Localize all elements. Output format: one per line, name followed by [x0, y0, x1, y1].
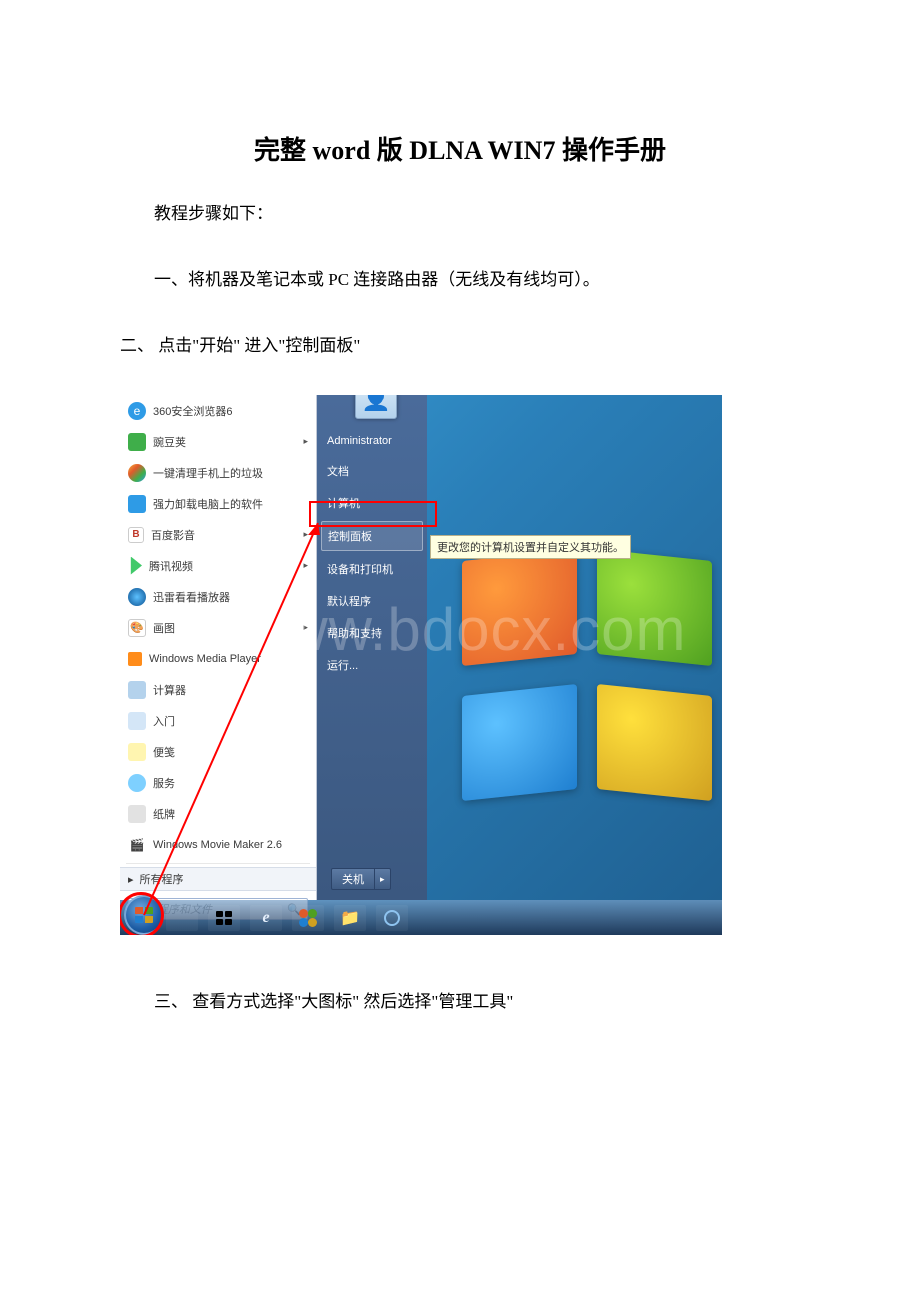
- taskbar-360-icon[interactable]: [292, 905, 324, 931]
- right-item-help[interactable]: 帮助和支持: [317, 617, 427, 649]
- start-button[interactable]: [124, 895, 164, 935]
- tencent-video-icon: [128, 557, 142, 575]
- user-name-label[interactable]: Administrator: [317, 427, 427, 455]
- all-programs-button[interactable]: ▸所有程序: [120, 867, 316, 891]
- solitaire-icon: [128, 805, 146, 823]
- menu-item-movie-maker[interactable]: Windows Movie Maker 2.6: [120, 829, 316, 860]
- menu-item-paint[interactable]: 画图▸: [120, 612, 316, 643]
- document-title: 完整 word 版 DLNA WIN7 操作手册: [120, 130, 800, 167]
- menu-item-services[interactable]: 服务: [120, 767, 316, 798]
- menu-item-calculator[interactable]: 计算器: [120, 674, 316, 705]
- movie-maker-icon: [128, 836, 146, 854]
- step-3: 三、 查看方式选择"大图标" 然后选择"管理工具": [120, 985, 800, 1019]
- taskbar-explorer-icon[interactable]: [334, 905, 366, 931]
- submenu-arrow-icon: ▸: [303, 529, 308, 540]
- xunlei-icon: [128, 588, 146, 606]
- menu-item-uninstall[interactable]: 强力卸载电脑上的软件: [120, 488, 316, 519]
- shutdown-button-group: 关机 ▸: [331, 868, 391, 890]
- windows-flag-icon: [135, 907, 153, 923]
- getting-started-icon: [128, 712, 146, 730]
- document-body: 完整 word 版 DLNA WIN7 操作手册 教程步骤如下： 一、将机器及笔…: [0, 0, 920, 1019]
- intro-paragraph: 教程步骤如下：: [120, 197, 800, 231]
- taskbar-media-player-icon[interactable]: [376, 905, 408, 931]
- arrow-icon: ▸: [128, 873, 134, 886]
- wmp-icon: [128, 652, 142, 666]
- user-avatar-wrap: 👤: [355, 395, 397, 419]
- menu-item-clean-phone[interactable]: 一键清理手机上的垃圾: [120, 457, 316, 488]
- cleaner-icon: [128, 464, 146, 482]
- windows-logo-wallpaper: [462, 555, 712, 795]
- sticky-notes-icon: [128, 743, 146, 761]
- menu-item-tencent-video[interactable]: 腾讯视频▸: [120, 550, 316, 581]
- right-item-documents[interactable]: 文档: [317, 455, 427, 487]
- paint-icon: [128, 619, 146, 637]
- shutdown-button[interactable]: 关机: [331, 868, 375, 890]
- menu-item-sticky-notes[interactable]: 便笺: [120, 736, 316, 767]
- step-1: 一、将机器及笔记本或 PC 连接路由器（无线及有线均可）。: [120, 263, 800, 297]
- right-item-devices-printers[interactable]: 设备和打印机: [317, 553, 427, 585]
- right-item-default-programs[interactable]: 默认程序: [317, 585, 427, 617]
- menu-item-solitaire[interactable]: 纸牌: [120, 798, 316, 829]
- submenu-arrow-icon: ▸: [303, 436, 308, 447]
- uninstall-icon: [128, 495, 146, 513]
- start-menu-left-panel: e360安全浏览器6 豌豆荚▸ 一键清理手机上的垃圾 强力卸载电脑上的软件 B百…: [120, 395, 317, 900]
- menu-item-wmp[interactable]: Windows Media Player: [120, 643, 316, 674]
- menu-item-xunlei[interactable]: 迅雷看看播放器: [120, 581, 316, 612]
- calculator-icon: [128, 681, 146, 699]
- control-panel-tooltip: 更改您的计算机设置并自定义其功能。: [430, 535, 631, 559]
- taskbar-ie-icon[interactable]: e: [250, 905, 282, 931]
- submenu-arrow-icon: ▸: [303, 560, 308, 571]
- wandoujia-icon: [128, 433, 146, 451]
- taskbar-show-desktop-icon[interactable]: [166, 905, 198, 931]
- taskbar-task-view-icon[interactable]: [208, 905, 240, 931]
- right-item-run[interactable]: 运行...: [317, 649, 427, 681]
- shutdown-options-arrow[interactable]: ▸: [375, 868, 391, 890]
- user-avatar-icon[interactable]: 👤: [355, 395, 397, 419]
- step-2: 二、 点击"开始" 进入"控制面板": [120, 329, 800, 363]
- services-icon: [128, 774, 146, 792]
- win7-start-menu-screenshot: www.bdocx.com e360安全浏览器6 豌豆荚▸ 一键清理手机上的垃圾…: [120, 395, 722, 935]
- menu-item-getting-started[interactable]: 入门: [120, 705, 316, 736]
- submenu-arrow-icon: ▸: [303, 622, 308, 633]
- baidu-icon: B: [128, 527, 144, 543]
- right-item-control-panel[interactable]: 控制面板: [321, 521, 423, 551]
- menu-item-baidu-video[interactable]: B百度影音▸: [120, 519, 316, 550]
- 360-icon: e: [128, 402, 146, 420]
- menu-item-wandoujia[interactable]: 豌豆荚▸: [120, 426, 316, 457]
- separator: [126, 863, 310, 864]
- right-item-computer[interactable]: 计算机: [317, 487, 427, 519]
- taskbar: e: [120, 900, 722, 935]
- start-menu-right-panel: 👤 Administrator 文档 计算机 控制面板 设备和打印机 默认程序 …: [317, 395, 427, 900]
- menu-item-360-browser[interactable]: e360安全浏览器6: [120, 395, 316, 426]
